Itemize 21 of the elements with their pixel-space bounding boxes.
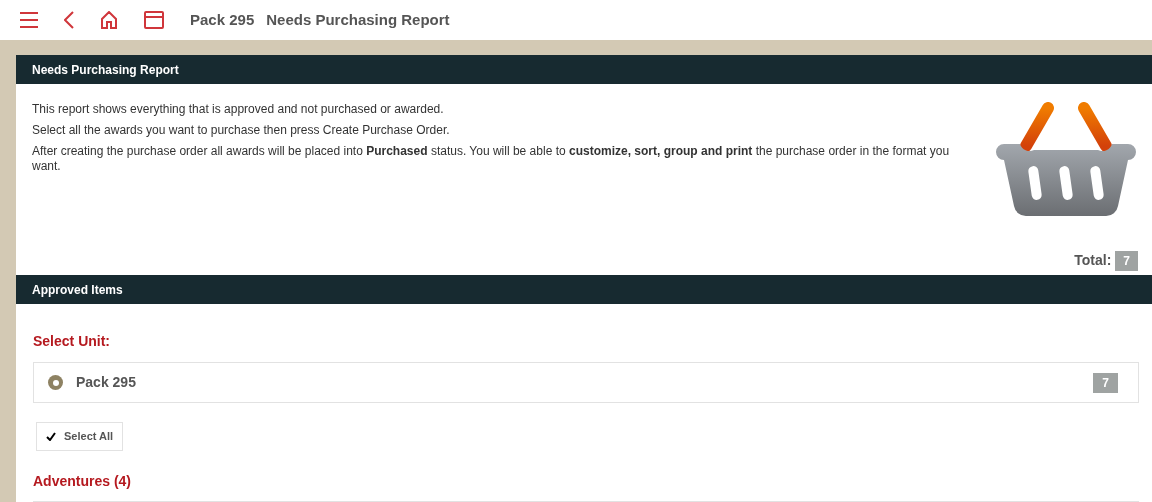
panel-header: Approved Items bbox=[16, 275, 1152, 304]
menu-icon[interactable] bbox=[20, 12, 38, 28]
total-label: Total: bbox=[1074, 251, 1112, 270]
window-icon[interactable] bbox=[144, 11, 164, 29]
total-count: 7 bbox=[1115, 250, 1138, 271]
radio-button[interactable] bbox=[48, 375, 63, 390]
unit-name: Pack 295 bbox=[76, 373, 137, 392]
select-unit-label: Select Unit: bbox=[33, 332, 111, 351]
description-text: Select all the awards you want to purchase then press Create Purchase Order. bbox=[32, 123, 451, 138]
panel-header: Needs Purchasing Report bbox=[16, 55, 1152, 84]
unit-count: 7 bbox=[1093, 372, 1118, 393]
description-text: After creating the purchase order all awards will be placed into Purchased status. You will be able to customize, sort, group and print the purchase order in the format you want. bbox=[32, 144, 951, 174]
page-title: Needs Purchasing Report bbox=[266, 9, 450, 30]
home-icon[interactable] bbox=[100, 11, 118, 29]
select-all-button[interactable]: Select All bbox=[36, 422, 124, 451]
description-text: This report shows everything that is approved and not purchased or awarded. bbox=[32, 102, 445, 117]
unit-row[interactable]: Pack 295 7 bbox=[33, 362, 1139, 403]
checkmark-icon bbox=[46, 432, 56, 441]
back-icon[interactable] bbox=[64, 11, 74, 29]
unit-name: Pack 295 bbox=[190, 9, 255, 30]
group-heading: Adventures (4) bbox=[33, 472, 133, 491]
